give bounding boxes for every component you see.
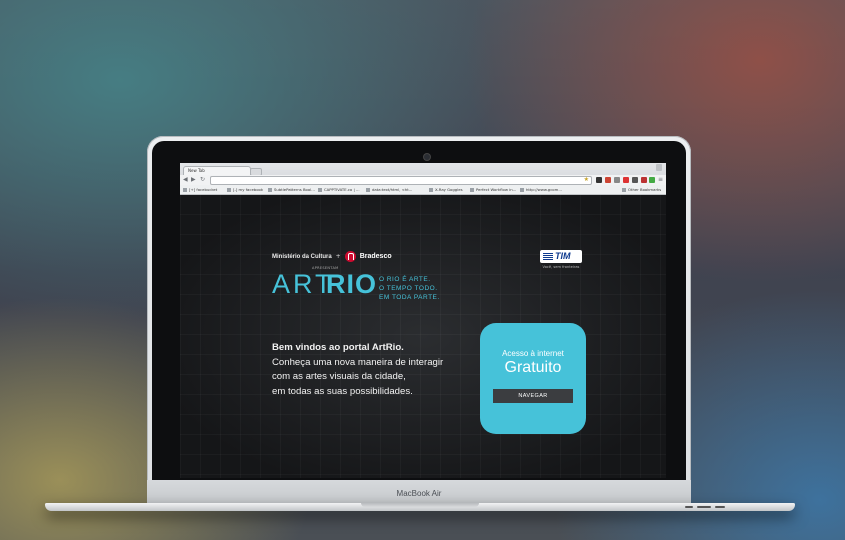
tim-logo: TIM Você, sem fronteiras xyxy=(536,250,586,274)
sponsor-ministry: Ministério da Cultura xyxy=(272,253,332,260)
bookmarks-bar: [+] facebucket [-] my facebook SubtlePat… xyxy=(180,185,666,195)
artrio-logo-rio: RIO xyxy=(326,269,378,299)
tagline-line: O TEMPO TODO. xyxy=(379,285,438,292)
other-bookmarks[interactable]: Other Bookmarks xyxy=(622,186,661,193)
tagline: O RIO É ARTE. O TEMPO TODO. EM TODA PART… xyxy=(379,275,440,302)
extension-icon[interactable] xyxy=(632,177,638,183)
welcome-line: em todas as suas possibilidades. xyxy=(272,385,413,397)
tagline-line: EM TODA PARTE. xyxy=(379,294,440,301)
screen: New Tab ◀ ▶ ↻ ★ ≡ [+] facebucket [-] my … xyxy=(180,163,666,478)
port xyxy=(715,506,725,508)
free-internet-card: Acesso à internet Gratuito NAVEGAR xyxy=(480,323,586,434)
browser-chrome: New Tab ◀ ▶ ↻ ★ ≡ [+] facebucket [-] my … xyxy=(180,163,666,195)
bookmark-star-icon[interactable]: ★ xyxy=(584,176,589,183)
welcome-line: com as artes visuais da cidade, xyxy=(272,371,406,382)
extension-icon[interactable] xyxy=(623,177,629,183)
extension-icon[interactable] xyxy=(649,177,655,183)
bookmark-item[interactable]: Perfect Workflow in... xyxy=(470,186,516,193)
browser-tab[interactable]: New Tab xyxy=(183,166,251,175)
bookmark-item[interactable]: [-] my facebook xyxy=(227,186,263,193)
card-title: Gratuito xyxy=(504,359,562,376)
menu-icon[interactable]: ≡ xyxy=(658,176,663,184)
bookmark-item[interactable]: X-Ray Goggles xyxy=(429,186,463,193)
device-label: MacBook Air xyxy=(396,489,442,498)
sponsor-bar: Ministério da Cultura + Bradesco xyxy=(272,251,392,262)
laptop-chin: MacBook Air xyxy=(147,480,691,504)
laptop-base xyxy=(45,503,795,511)
tim-slogan: Você, sem fronteiras xyxy=(542,265,580,269)
extension-icon[interactable] xyxy=(596,177,602,183)
tim-logo-text: TIM xyxy=(555,251,571,261)
tagline-line: O RIO É ARTE. xyxy=(379,276,431,283)
tim-stripes-icon xyxy=(543,253,553,260)
port xyxy=(697,506,711,508)
window-control-icon[interactable] xyxy=(656,164,662,171)
navegar-button[interactable]: NAVEGAR xyxy=(493,389,573,403)
sponsor-plus: + xyxy=(335,253,341,260)
bookmark-item[interactable]: http://www.gcom... xyxy=(520,186,562,193)
bookmark-item[interactable]: [+] facebucket xyxy=(183,186,217,193)
tim-logo-box: TIM xyxy=(540,250,582,263)
bookmark-item[interactable]: data:text/html, <ht... xyxy=(366,186,412,193)
forward-icon[interactable]: ▶ xyxy=(191,176,196,184)
welcome-line: Bem vindos ao portal ArtRio. xyxy=(272,342,404,353)
port xyxy=(685,506,693,508)
sponsor-bank: Bradesco xyxy=(359,253,392,260)
extension-icon[interactable] xyxy=(614,177,620,183)
base-notch xyxy=(361,503,479,507)
bookmark-item[interactable]: SubtlePatterns Bool... xyxy=(268,186,315,193)
bookmark-item[interactable]: CAPPTIVATE.co | ... xyxy=(318,186,360,193)
reload-icon[interactable]: ↻ xyxy=(200,176,205,184)
bradesco-logo-icon xyxy=(344,251,356,262)
webcam xyxy=(424,154,430,160)
extension-icon[interactable] xyxy=(605,177,611,183)
extension-icon[interactable] xyxy=(641,177,647,183)
card-subtitle: Acesso à internet xyxy=(502,349,564,358)
address-bar[interactable]: ★ xyxy=(210,176,592,185)
back-icon[interactable]: ◀ xyxy=(183,176,188,184)
welcome-line: Conheça uma nova maneira de interagir xyxy=(272,356,444,368)
welcome-text: Bem vindos ao portal ArtRio. Conheça uma… xyxy=(272,341,482,399)
artrio-page: Ministério da Cultura + Bradesco APRESEN… xyxy=(180,195,666,478)
